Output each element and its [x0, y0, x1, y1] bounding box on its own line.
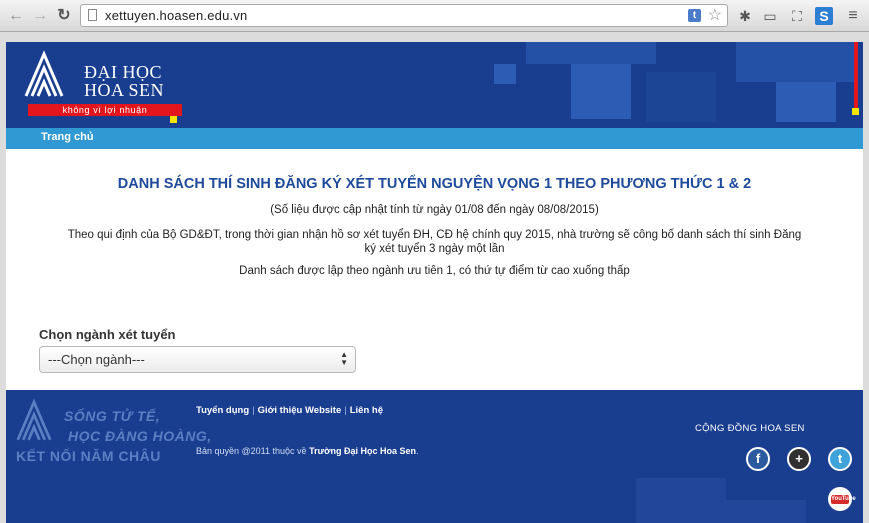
- copyright-suffix: .: [416, 446, 419, 456]
- header-yellow-dot: [852, 108, 859, 115]
- forward-arrow-icon[interactable]: →: [30, 6, 50, 26]
- logo-text-line2[interactable]: HOA SEN: [84, 80, 164, 101]
- page-icon: [88, 9, 97, 21]
- bug-extension-icon[interactable]: ✱: [736, 7, 754, 25]
- back-arrow-icon[interactable]: ←: [6, 6, 26, 26]
- page-title: DANH SÁCH THÍ SINH ĐĂNG KÝ XÉT TUYỂN NGU…: [117, 176, 752, 192]
- youtube-icon[interactable]: YouTube: [828, 487, 856, 511]
- community-heading: CỘNG ĐỒNG HOA SEN: [695, 423, 805, 434]
- header-red-strip: [854, 42, 858, 108]
- footer-motto-line3: KẾT NỐI NĂM CHÂU: [16, 448, 161, 464]
- footer-motto-line2: HỌC ĐÀNG HOÀNG,: [68, 428, 212, 444]
- web-page: ĐẠI HỌC HOA SEN không vì lợi nhuận Trang…: [6, 42, 863, 523]
- lotus-watermark-icon: [16, 398, 52, 441]
- site-footer: SỐNG TỬ TẾ, HỌC ĐÀNG HOÀNG, KẾT NỐI NĂM …: [6, 390, 863, 523]
- browser-toolbar: ← → ↻ xettuyen.hoasen.edu.vn t ☆ ✱ ▭ ⛶ S…: [0, 0, 869, 32]
- footer-link-contact[interactable]: Liên hệ: [350, 405, 383, 416]
- twitter-icon[interactable]: t: [828, 447, 852, 471]
- main-menu: Trang chủ: [6, 128, 863, 149]
- facebook-icon[interactable]: f: [746, 447, 770, 471]
- address-bar[interactable]: xettuyen.hoasen.edu.vn t ☆: [80, 4, 728, 27]
- menu-icon[interactable]: ≡: [844, 7, 862, 25]
- footer-link-careers[interactable]: Tuyển dụng: [196, 405, 249, 416]
- youtube-label: YouTube: [831, 495, 856, 504]
- sort-note: Danh sách được lập theo ngành ưu tiên 1,…: [239, 265, 630, 277]
- header-decoration: [776, 82, 836, 122]
- logo-yellow-dot: [170, 116, 177, 123]
- footer-link-about[interactable]: Giới thiệu Website: [258, 405, 342, 416]
- site-header: ĐẠI HỌC HOA SEN không vì lợi nhuận: [6, 42, 863, 128]
- translate-extension-icon[interactable]: t: [688, 9, 701, 22]
- footer-copyright: Bản quyền @2011 thuộc về Trường Đại Học …: [196, 446, 419, 456]
- bookmark-star-icon[interactable]: ☆: [708, 5, 722, 25]
- header-decoration: [736, 42, 856, 82]
- menu-item-home[interactable]: Trang chủ: [41, 131, 94, 143]
- major-select-label: Chọn ngành xét tuyển: [39, 327, 176, 342]
- footer-motto-line1: SỐNG TỬ TẾ,: [64, 408, 161, 424]
- select-arrows-icon: ▲ ▼: [340, 350, 348, 367]
- cast-icon[interactable]: ▭: [761, 7, 779, 25]
- header-decoration: [571, 64, 631, 119]
- lotus-logo-icon[interactable]: [24, 50, 64, 98]
- google-plus-icon[interactable]: +: [787, 447, 811, 471]
- reload-icon[interactable]: ↻: [54, 6, 74, 26]
- footer-decoration: [706, 500, 806, 523]
- header-decoration: [646, 72, 716, 122]
- copyright-prefix: Bản quyền @2011 thuộc về: [196, 446, 310, 456]
- logo-slogan: không vì lợi nhuận: [28, 104, 182, 116]
- url-text[interactable]: xettuyen.hoasen.edu.vn: [105, 8, 247, 23]
- header-decoration: [494, 64, 516, 84]
- fullscreen-icon[interactable]: ⛶: [788, 7, 806, 25]
- footer-link-separator: |: [344, 405, 347, 416]
- skype-extension-icon[interactable]: S: [815, 7, 833, 25]
- footer-links: Tuyển dụng | Giới thiệu Website | Liên hệ: [196, 405, 383, 416]
- major-select[interactable]: ---Chọn ngành--- ▲ ▼: [39, 346, 356, 373]
- policy-text: Theo qui định của Bộ GD&ĐT, trong thời g…: [67, 229, 802, 255]
- footer-link-separator: |: [252, 405, 255, 416]
- header-decoration: [526, 42, 656, 64]
- update-note: (Số liệu được cập nhật tính từ ngày 01/0…: [270, 204, 599, 216]
- copyright-owner-link[interactable]: Trường Đại Học Hoa Sen: [309, 446, 416, 456]
- major-select-value: ---Chọn ngành---: [48, 352, 145, 367]
